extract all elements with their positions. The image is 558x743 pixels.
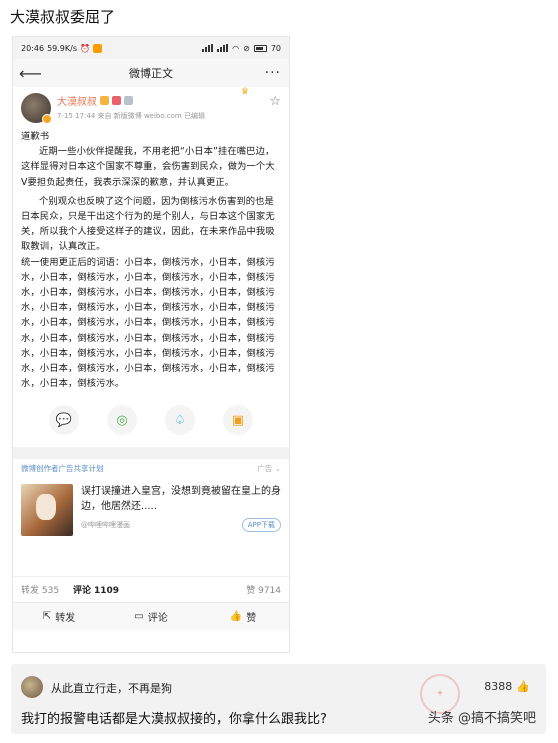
qq-icon[interactable]: ♤: [165, 405, 195, 436]
app-notification-icon: [92, 43, 102, 53]
nav-title: 微博正文: [129, 67, 173, 80]
post-paragraph: 近期一些小伙伴提醒我，不用老把“小日本”挂在嘴巴边，这样显得对日本这个国家不尊重…: [21, 146, 275, 188]
mute-icon: ⊘: [243, 43, 250, 53]
wechat-icon[interactable]: 💬: [49, 405, 79, 436]
vip-crown-icon: [100, 96, 109, 105]
comment-button[interactable]: ▭ 评论: [105, 609, 197, 624]
comment-icon: ▭: [134, 611, 144, 623]
app-download-button[interactable]: APP下载: [241, 518, 281, 533]
ad-source: @哔哩哔哩漫画: [81, 521, 130, 530]
divider: [13, 447, 289, 460]
stats-bar: 转发 535 评论 1109 赞 9714: [13, 576, 289, 602]
post-title: 大漠叔叔委屈了: [10, 8, 116, 26]
comment-block: 从此直立行走，不再是狗 ✦ 8388 👍 我打的报警电话都是大漠叔叔接的，你拿什么…: [11, 664, 546, 734]
author-name[interactable]: 大漠叔叔: [57, 93, 97, 108]
ad-thumbnail[interactable]: [21, 484, 73, 537]
share-row: 💬 ◎ ♤ ▣: [21, 405, 281, 436]
decoration-icon: ♛: [240, 87, 249, 97]
post-heading: 道歉书: [21, 131, 50, 142]
verified-badge-icon: [42, 114, 52, 124]
status-bar: 20:46 59.9K/s ⏰ ◠ ⊘ 70: [13, 37, 289, 59]
post-meta: 7-15 17:44 来自 新版微博 weibo.com 已编辑: [57, 112, 205, 120]
save-icon[interactable]: ▣: [223, 405, 253, 436]
moments-icon[interactable]: ◎: [107, 405, 137, 436]
ad-tag[interactable]: 广告 ⌄: [257, 463, 281, 474]
battery-icon: [253, 44, 267, 52]
action-bar: ⇱ 转发 ▭ 评论 👍 赞: [13, 602, 289, 631]
badge-icon: [112, 96, 121, 105]
comment-text: 我打的报警电话都是大漠叔叔接的，你拿什么跟我比?: [21, 712, 327, 727]
post-body: 道歉书 近期一些小伙伴提醒我，不用老把“小日本”挂在嘴巴边，这样显得对日本这个国…: [21, 129, 281, 391]
more-dots-icon[interactable]: ···: [265, 65, 281, 81]
ad-label: 微博创作者广告共享计划: [21, 464, 104, 474]
author-avatar[interactable]: [21, 93, 52, 124]
post-paragraph: 统一使用更正后的词语：小日本，倒核污水，小日本，倒核污水，小日本，倒核污水，小日…: [21, 256, 275, 390]
phone-screenshot: 20:46 59.9K/s ⏰ ◠ ⊘ 70 ⟵ 微博正文 ··· ♛ 大漠叔叔: [12, 36, 290, 653]
status-speed: 59.9K/s: [47, 43, 77, 53]
alarm-icon: ⏰: [79, 43, 90, 53]
like-count[interactable]: 赞 9714: [246, 583, 281, 596]
back-arrow-icon[interactable]: ⟵: [19, 64, 42, 83]
commenter-avatar[interactable]: [21, 676, 43, 698]
signal2-icon: [217, 44, 229, 52]
repost-button[interactable]: ⇱ 转发: [13, 609, 105, 624]
battery-level: 70: [270, 43, 281, 53]
watermark: 头条 @搞不搞笑吧: [427, 711, 536, 726]
medal-icon: [124, 96, 133, 105]
wifi-icon: ◠: [232, 43, 240, 53]
status-time: 20:46: [21, 43, 45, 53]
comment-count[interactable]: 评论 1109: [73, 583, 119, 596]
commenter-name[interactable]: 从此直立行走，不再是狗: [51, 680, 172, 696]
repost-icon: ⇱: [42, 611, 52, 623]
thumb-up-icon: 👍: [229, 611, 243, 623]
thumb-up-icon: 👍: [516, 680, 530, 693]
nav-bar: ⟵ 微博正文 ···: [13, 59, 289, 87]
like-button[interactable]: 👍 赞: [197, 609, 289, 624]
comment-likes[interactable]: 8388 👍: [484, 680, 530, 693]
repost-count[interactable]: 转发 535: [21, 583, 59, 596]
post-paragraph: 个别观众也反映了这个问题，因为倒核污水伤害到的也是日本民众，只是干出这个行为的是…: [21, 195, 275, 253]
signal-icon: [202, 44, 214, 52]
ad-card[interactable]: 微博创作者广告共享计划 广告 ⌄ 误打误撞进入皇宫，没想到竟被留在皇上的身边，他…: [13, 459, 289, 540]
weibo-post: ♛ 大漠叔叔 7-15 17:44 来自 新版微博 weibo.com 已编辑 …: [13, 87, 289, 436]
ad-text[interactable]: 误打误撞进入皇宫，没想到竟被留在皇上的身边，他居然还.....: [81, 484, 281, 514]
favorite-star-icon[interactable]: ☆: [269, 94, 281, 109]
